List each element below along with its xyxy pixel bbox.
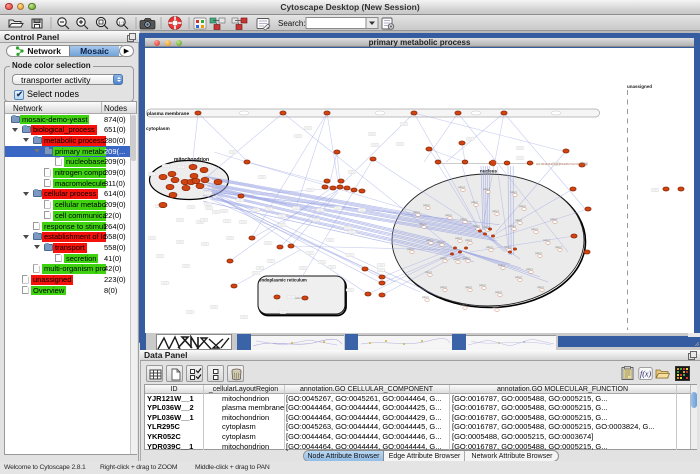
svg-text:(abc): (abc) xyxy=(465,285,472,289)
svg-text:(abc): (abc) xyxy=(515,218,522,222)
svg-text:(abc): (abc) xyxy=(455,236,462,240)
svg-text:(abc): (abc) xyxy=(460,303,467,307)
svg-text:(abc): (abc) xyxy=(471,200,478,204)
svg-text:(abc): (abc) xyxy=(423,203,430,207)
svg-text:(abc): (abc) xyxy=(440,285,447,289)
svg-text:(abc): (abc) xyxy=(419,222,426,226)
svg-text:(abc): (abc) xyxy=(510,190,517,194)
svg-text:cytoplasm: cytoplasm xyxy=(146,126,170,132)
svg-text:(abc): (abc) xyxy=(413,210,420,214)
svg-text:nucleus: nucleus xyxy=(480,169,498,174)
svg-text:(abc): (abc) xyxy=(453,257,460,261)
svg-text:(abc): (abc) xyxy=(463,256,470,260)
svg-text:1:1: 1:1 xyxy=(118,20,125,25)
svg-text:(abc): (abc) xyxy=(492,305,499,309)
svg-text:(abc): (abc) xyxy=(498,263,505,267)
svg-text:(abc): (abc) xyxy=(483,187,490,191)
svg-text:(abc): (abc) xyxy=(437,240,444,244)
svg-text:(abc): (abc) xyxy=(465,238,472,242)
svg-text:(abc): (abc) xyxy=(515,275,522,279)
svg-text:(abc): (abc) xyxy=(526,267,533,271)
svg-text:(abc): (abc) xyxy=(460,217,467,221)
svg-text:(abc): (abc) xyxy=(537,285,544,289)
svg-text:(abc): (abc) xyxy=(535,251,542,255)
svg-text:(abc): (abc) xyxy=(519,204,526,208)
svg-text:(abc): (abc) xyxy=(473,224,480,228)
svg-text:(abc): (abc) xyxy=(295,296,302,300)
svg-text:plasma membrane: plasma membrane xyxy=(147,111,189,117)
svg-text:(abc): (abc) xyxy=(422,295,429,299)
svg-text:GO:0044264=GO:0044262=GO:00442: GO:0044264=GO:0044262=GO:0044249 xyxy=(536,162,588,166)
svg-text:(abc): (abc) xyxy=(486,245,493,249)
svg-text:(abc): (abc) xyxy=(492,209,499,213)
svg-text:(abc): (abc) xyxy=(426,238,433,242)
svg-text:(abc): (abc) xyxy=(407,247,414,251)
svg-text:(abc): (abc) xyxy=(495,290,502,294)
svg-text:(abc): (abc) xyxy=(550,217,557,221)
svg-text:(abc): (abc) xyxy=(531,227,538,231)
svg-text:(abc): (abc) xyxy=(509,224,516,228)
svg-text:(abc): (abc) xyxy=(479,283,486,287)
svg-text:(abc): (abc) xyxy=(555,245,562,249)
svg-text:Search:: Search: xyxy=(278,19,306,28)
svg-text:endoplasmic reticulum: endoplasmic reticulum xyxy=(259,278,307,283)
svg-text:(abc): (abc) xyxy=(458,185,465,189)
svg-text:(abc): (abc) xyxy=(445,213,452,217)
svg-text:mitochondrion: mitochondrion xyxy=(174,157,209,163)
svg-text:(abc): (abc) xyxy=(440,256,447,260)
svg-text:(abc): (abc) xyxy=(543,238,550,242)
svg-text:unassigned: unassigned xyxy=(627,84,652,89)
svg-text:f(x): f(x) xyxy=(640,370,651,379)
svg-text:(abc): (abc) xyxy=(504,245,511,249)
svg-text:(abc): (abc) xyxy=(425,270,432,274)
